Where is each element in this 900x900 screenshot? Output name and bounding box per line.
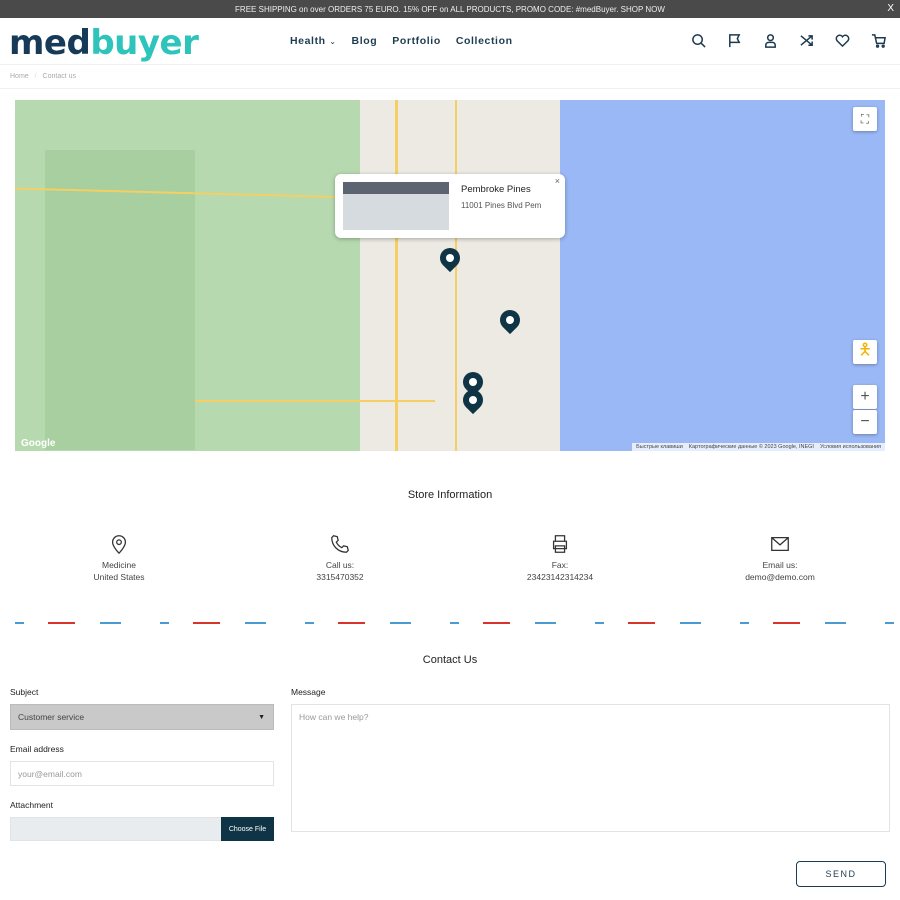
- nav-portfolio[interactable]: Portfolio: [392, 35, 441, 47]
- nav-health[interactable]: Health ⌄: [290, 35, 337, 47]
- breadcrumb-home[interactable]: Home: [10, 73, 29, 80]
- map-road: [195, 400, 435, 402]
- info-line: Email us:: [762, 560, 798, 570]
- divider: [0, 622, 900, 624]
- fax-icon: [552, 535, 568, 553]
- breadcrumb: Home / Contact us: [0, 65, 900, 89]
- announcement-text: FREE SHIPPING on over ORDERS 75 EURO. 15…: [235, 4, 665, 14]
- chevron-down-icon: ⌄: [329, 37, 337, 46]
- zoom-in-button[interactable]: +: [853, 385, 877, 409]
- info-line: 3315470352: [316, 572, 364, 582]
- store-phone: Call us: 3315470352: [260, 533, 420, 583]
- nav-blog[interactable]: Blog: [352, 35, 378, 47]
- header: medbuyer Health ⌄ Blog Portfolio Collect…: [0, 18, 900, 65]
- send-button[interactable]: SEND: [796, 861, 886, 887]
- google-logo: Google: [21, 438, 56, 449]
- zoom-out-button[interactable]: −: [853, 410, 877, 434]
- map-attribution: Быстрые клавиши Картографические данные …: [632, 443, 885, 451]
- store-fax: Fax: 23423142314234: [480, 533, 640, 583]
- store-location: Medicine United States: [39, 533, 199, 583]
- subject-value: Customer service: [18, 712, 85, 722]
- breadcrumb-current: Contact us: [42, 73, 77, 80]
- logo-part: buyer: [90, 23, 199, 63]
- contact-title: Contact Us: [422, 654, 478, 666]
- store-photo: [343, 182, 449, 230]
- shuffle-icon[interactable]: [799, 33, 814, 48]
- store-info-title: Store Information: [407, 489, 493, 501]
- mail-icon: [771, 536, 789, 552]
- attachment-label: Attachment: [10, 800, 53, 810]
- info-line: Fax:: [551, 560, 569, 570]
- breadcrumb-separator: /: [34, 73, 37, 80]
- main-nav: Health ⌄ Blog Portfolio Collection: [290, 35, 513, 47]
- phone-icon: [331, 535, 349, 553]
- email-label: Email address: [10, 744, 64, 754]
- info-line: United States: [93, 572, 145, 582]
- user-icon[interactable]: [763, 33, 778, 48]
- message-textarea[interactable]: How can we help?: [291, 704, 890, 832]
- pegman-icon[interactable]: 🯅: [853, 340, 877, 364]
- heart-icon[interactable]: [835, 33, 850, 48]
- message-label: Message: [291, 687, 326, 697]
- map-info-window: Pembroke Pines 11001 Pines Blvd Pem ×: [335, 174, 565, 238]
- popup-address: 11001 Pines Blvd Pem: [461, 201, 542, 210]
- announcement-bar: FREE SHIPPING on over ORDERS 75 EURO. 15…: [0, 0, 900, 18]
- map-road: [455, 100, 457, 451]
- map-ocean: [560, 100, 885, 451]
- caret-down-icon: ▼: [258, 714, 265, 721]
- attribution-link[interactable]: Условия использования: [820, 444, 881, 450]
- subject-select[interactable]: Customer service ▼: [10, 704, 274, 730]
- logo-part: med: [9, 23, 91, 63]
- info-line: Call us:: [325, 560, 355, 570]
- google-map[interactable]: Pembroke Pines 11001 Pines Blvd Pem × ⛶ …: [15, 100, 885, 451]
- attachment-input[interactable]: [10, 817, 222, 841]
- email-input[interactable]: your@email.com: [10, 761, 274, 786]
- attribution-text: Картографические данные © 2023 Google, I…: [688, 444, 814, 450]
- attribution-link[interactable]: Быстрые клавиши: [636, 444, 683, 450]
- store-email: Email us: demo@demo.com: [700, 533, 860, 583]
- map-road: [395, 100, 398, 451]
- choose-file-button[interactable]: Choose File: [221, 817, 274, 841]
- fullscreen-button[interactable]: ⛶: [853, 107, 877, 131]
- nav-collection[interactable]: Collection: [456, 35, 513, 47]
- location-pin-icon: [111, 535, 127, 555]
- close-icon[interactable]: ×: [555, 176, 560, 186]
- popup-title: Pembroke Pines: [461, 184, 531, 195]
- flag-icon[interactable]: [727, 33, 742, 48]
- subject-label: Subject: [10, 687, 39, 697]
- search-icon[interactable]: [691, 33, 706, 48]
- cart-icon[interactable]: [871, 33, 886, 48]
- logo[interactable]: medbuyer: [9, 23, 199, 63]
- map-area: [45, 150, 195, 450]
- close-announcement-button[interactable]: X: [887, 3, 894, 14]
- info-line: 23423142314234: [526, 572, 594, 582]
- nav-label: Health: [290, 35, 326, 47]
- info-line: Medicine: [101, 560, 137, 570]
- email-link[interactable]: demo@demo.com: [700, 571, 860, 583]
